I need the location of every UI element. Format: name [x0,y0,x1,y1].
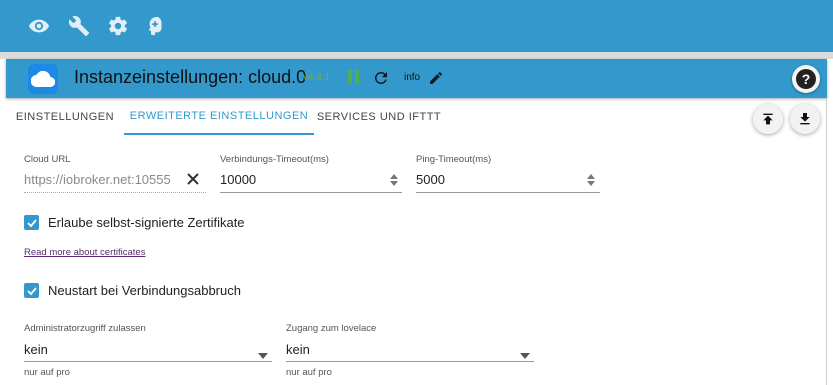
tab-einstellungen[interactable]: EINSTELLUNGEN [6,99,124,135]
lovelace-access-underline [286,361,534,362]
lovelace-access-label: Zugang zum lovelace [286,323,377,334]
page-title: Instanzeinstellungen: cloud.0 [74,67,307,87]
connect-timeout-stepper[interactable] [388,172,400,188]
connect-timeout-input[interactable]: 10000 [220,172,256,187]
connect-timeout-label: Verbindungs-Timeout(ms) [220,154,329,165]
tab-services-und-ifttt[interactable]: SERVICES UND IFTTT [314,99,444,135]
self-signed-label: Erlaube selbst-signierte Zertifikate [48,215,245,230]
wrench-icon[interactable] [66,13,92,39]
upload-icon [763,113,773,125]
ping-timeout-input[interactable]: 5000 [416,172,445,187]
lovelace-access-helper: nur auf pro [286,367,332,378]
download-icon [800,113,810,125]
admin-access-label: Administratorzugriff zulassen [24,323,146,334]
ping-timeout-underline [416,192,600,193]
restart-label: Neustart bei Verbindungsabbruch [48,283,241,298]
lovelace-access-select[interactable]: kein [286,342,310,357]
ping-timeout-label: Ping-Timeout(ms) [416,154,492,165]
certificates-link[interactable]: Read more about certificates [24,247,145,258]
cloud-url-label: Cloud URL [24,154,71,165]
restart-checkbox[interactable] [24,283,39,298]
version-label: v4.4.1 [303,72,331,83]
top-toolbar [0,0,833,52]
gear-icon[interactable] [105,13,131,39]
scrollbar-track[interactable] [826,98,827,385]
reload-icon[interactable] [372,69,390,87]
chevron-down-icon[interactable] [258,346,268,359]
upload-button[interactable] [753,104,783,134]
help-button[interactable]: ? [792,65,820,93]
eye-icon[interactable] [26,13,52,39]
cloud-url-underline [24,192,206,193]
admin-access-select[interactable]: kein [24,342,48,357]
admin-access-underline [24,361,272,362]
cloud-url-input[interactable]: https://iobroker.net:10555 [24,172,178,187]
settings-tabs: EINSTELLUNGEN ERWEITERTE EINSTELLUNGEN S… [6,99,827,137]
chevron-down-icon[interactable] [520,346,530,359]
connect-timeout-underline [220,192,402,193]
toolbar-divider [0,52,833,59]
download-button[interactable] [790,104,820,134]
pause-button[interactable] [348,70,362,86]
help-icon: ? [796,69,816,89]
head-icon[interactable] [143,13,169,39]
admin-access-helper: nur auf pro [24,367,70,378]
cloud-logo-icon [28,64,58,94]
pencil-icon[interactable] [428,70,444,86]
clear-icon[interactable] [186,172,200,186]
instance-header: Instanzeinstellungen: cloud.0 v4.4.1 inf… [6,59,827,98]
info-label: info [404,72,421,83]
ping-timeout-stepper[interactable] [585,172,597,188]
self-signed-checkbox[interactable] [24,215,39,230]
tab-erweiterte-einstellungen[interactable]: ERWEITERTE EINSTELLUNGEN [124,99,314,135]
